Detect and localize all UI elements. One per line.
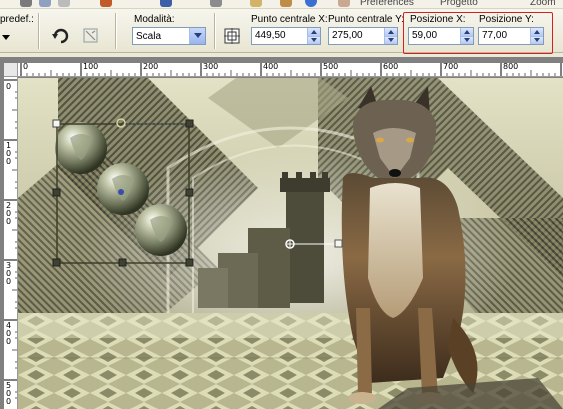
toolbar-icon[interactable] [338,0,350,7]
handle[interactable] [52,119,61,128]
image-canvas[interactable] [18,78,563,409]
ruler-ticks [4,79,17,399]
handle[interactable] [185,188,194,197]
chevron-down-icon[interactable] [189,28,205,44]
toolbar-icon[interactable] [20,0,32,7]
spin-up-icon[interactable] [461,28,473,37]
spin-down-icon[interactable] [385,36,397,44]
ruler-label: 800 [503,63,519,71]
top-icon-strip: Preferences Progetto Zoom [0,0,563,9]
pos-x-label: Posizione X: [410,14,466,25]
handle[interactable] [185,258,194,267]
ruler-label: 500 [323,63,339,71]
spin-up-icon[interactable] [308,28,320,37]
toolbar-icon[interactable] [39,0,51,7]
spin-down-icon[interactable] [461,36,473,44]
toolbar-icon[interactable] [160,0,172,7]
handle[interactable] [52,188,61,197]
toolbar-icon[interactable] [100,0,112,7]
toolbar-icon[interactable] [58,0,70,7]
pos-y-field[interactable]: 77,00 [478,27,544,45]
zoom-label[interactable]: Zoom [530,0,556,8]
handle[interactable] [185,119,194,128]
separator [38,13,40,49]
ruler-label: 0 [23,63,29,71]
ruler-corner [4,63,18,77]
ruler-label: 200 [6,201,12,226]
separator [115,13,117,49]
spin-up-icon[interactable] [385,28,397,37]
ruler-label: 0 [6,82,12,91]
info-icon[interactable] [305,0,317,7]
preset-label: predef.: [0,14,34,25]
pos-y-label: Posizione Y: [479,14,534,25]
separator [214,13,216,49]
ruler-horizontal: 0 100 200 300 400 500 600 700 800 [18,63,563,77]
ruler-label: 400 [6,321,12,346]
transform-button[interactable] [80,26,102,46]
ruler-label: 600 [383,63,399,71]
ruler-label: 200 [143,63,159,71]
spin-up-icon[interactable] [531,28,543,37]
pos-x-field[interactable]: 59,00 [408,27,474,45]
spin-down-icon[interactable] [531,36,543,44]
project-label[interactable]: Progetto [440,0,478,8]
ruler-label: 100 [83,63,99,71]
center-y-label: Punto centrale Y: [328,14,404,25]
toolbar-icon[interactable] [280,0,292,7]
mode-value: Scala [136,30,162,42]
preferences-label[interactable]: Preferences [360,0,414,8]
center-x-label: Punto centrale X: [251,14,328,25]
center-button[interactable] [221,26,243,46]
pos-x-value: 59,00 [412,30,438,41]
canvas-artwork [18,78,563,409]
reset-button[interactable] [50,26,72,46]
tool-options-bar: predef.: Modalità: Scala Punto centrale … [0,9,563,54]
mode-label: Modalità: [134,14,175,25]
handle[interactable] [52,258,61,267]
center-x-field[interactable]: 449,50 [251,27,321,45]
ruler-vertical: 0 100 200 300 400 500 [4,77,18,409]
ruler-label: 700 [443,63,459,71]
toolbar-icon[interactable] [210,0,222,7]
deform-icon [83,28,98,43]
center-y-field[interactable]: 275,00 [328,27,398,45]
reset-icon [52,28,69,44]
ruler-label: 300 [203,63,219,71]
ruler-label: 500 [6,381,12,406]
center-x-value: 449,50 [255,30,286,41]
mode-select[interactable]: Scala [132,27,206,45]
preset-dropdown[interactable] [0,28,12,48]
center-icon [224,28,240,44]
workspace: 0 100 200 300 400 500 600 700 800 0 100 [0,57,563,409]
pos-y-value: 77,00 [482,30,508,41]
spin-down-icon[interactable] [308,36,320,44]
pivot-handle[interactable] [118,189,124,195]
ruler-label: 300 [6,261,12,286]
chevron-down-icon [2,35,10,40]
ruler-label: 400 [263,63,279,71]
center-y-value: 275,00 [332,30,363,41]
toolbar-icon[interactable] [250,0,262,7]
ruler-ticks [20,63,562,76]
handle[interactable] [118,258,127,267]
ruler-label: 100 [6,141,12,166]
